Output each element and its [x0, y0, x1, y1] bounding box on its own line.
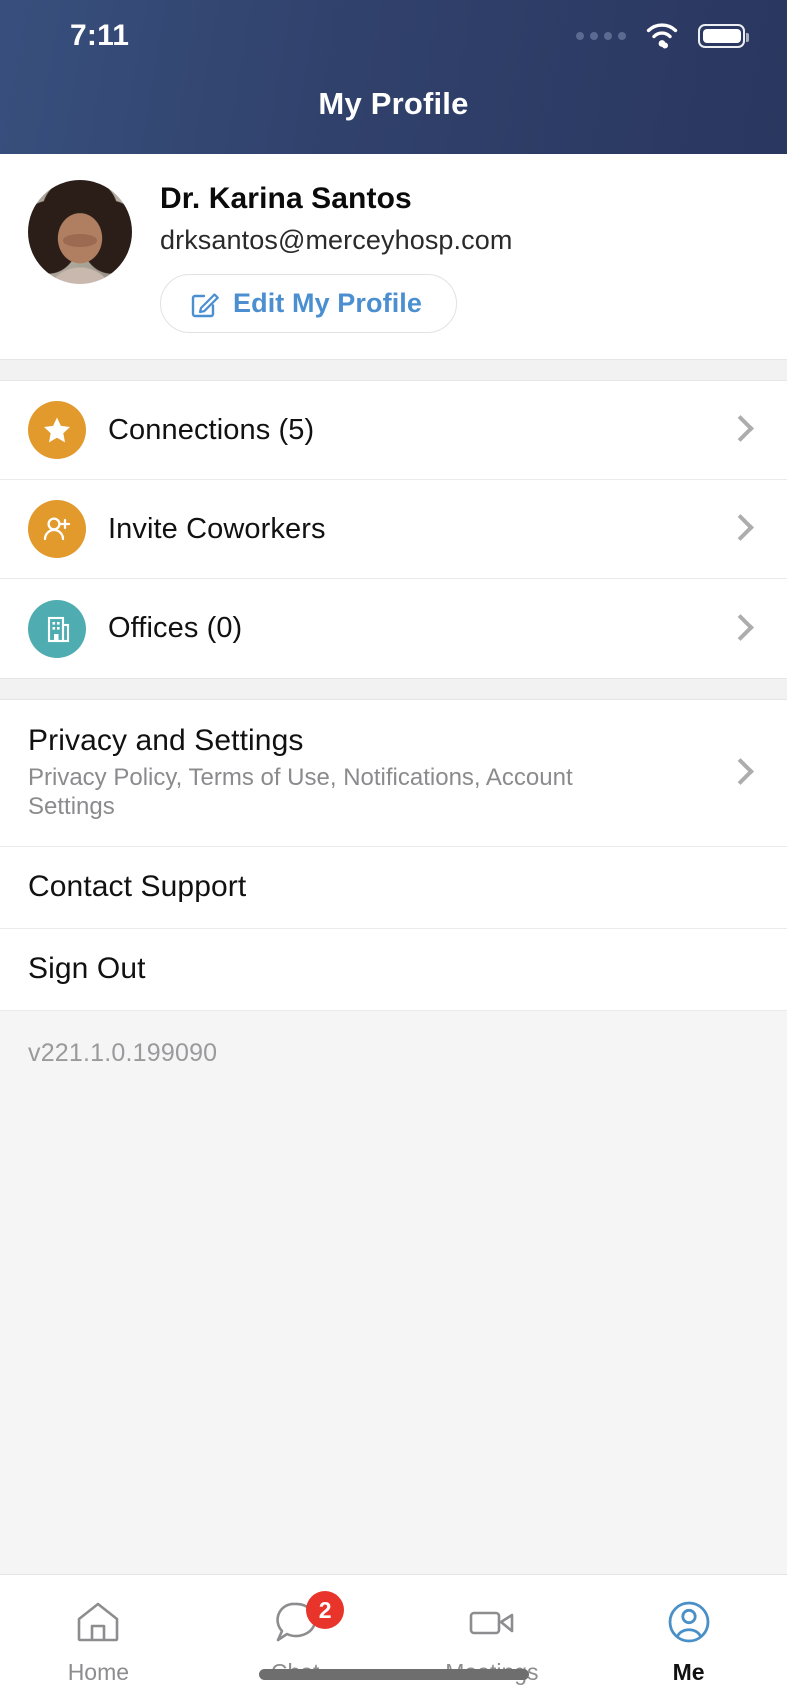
chat-bubble-icon: 2 — [270, 1595, 320, 1649]
menu-item-connections[interactable]: Connections (5) — [0, 381, 787, 480]
battery-icon — [698, 24, 745, 48]
profile-email: drksantos@merceyhosp.com — [160, 225, 512, 256]
video-camera-icon — [465, 1595, 519, 1649]
person-plus-icon — [28, 500, 86, 558]
tab-home[interactable]: Home — [0, 1575, 197, 1702]
page-title: My Profile — [0, 86, 787, 122]
profile-info: Dr. Karina Santos drksantos@merceyhosp.c… — [160, 180, 512, 333]
tab-meetings[interactable]: Meetings — [394, 1575, 591, 1702]
signal-dots-icon — [576, 32, 626, 40]
profile-card: Dr. Karina Santos drksantos@merceyhosp.c… — [0, 154, 787, 359]
status-bar: 7:11 — [0, 0, 787, 72]
settings-item-title: Privacy and Settings — [28, 724, 729, 758]
edit-my-profile-label: Edit My Profile — [233, 288, 422, 319]
settings-item-title: Contact Support — [28, 870, 749, 904]
wifi-icon — [644, 23, 680, 49]
user-avatar-photo — [28, 180, 132, 284]
settings-item-contact-support[interactable]: Contact Support — [0, 847, 787, 929]
settings-item-text: Contact Support — [28, 870, 749, 904]
chevron-right-icon — [729, 612, 749, 646]
app-header: 7:11 My Profile — [0, 0, 787, 154]
bottom-tab-bar: Home 2 Chat Meetings — [0, 1574, 787, 1702]
chevron-right-icon — [729, 512, 749, 546]
home-indicator-handle — [259, 1669, 529, 1680]
office-building-icon — [28, 600, 86, 658]
status-bar-clock: 7:11 — [70, 19, 129, 53]
tab-chat[interactable]: 2 Chat — [197, 1575, 394, 1702]
settings-item-title: Sign Out — [28, 952, 749, 986]
settings-item-privacy-and-settings[interactable]: Privacy and Settings Privacy Policy, Ter… — [0, 700, 787, 847]
star-icon — [28, 401, 86, 459]
chevron-right-icon — [729, 756, 749, 790]
chevron-right-icon — [729, 413, 749, 447]
app-screen: 7:11 My Profile Dr. Karina Santos drksan… — [0, 0, 787, 1702]
chat-unread-badge: 2 — [306, 1591, 344, 1629]
settings-list: Privacy and Settings Privacy Policy, Ter… — [0, 700, 787, 1011]
profile-name: Dr. Karina Santos — [160, 182, 512, 216]
edit-my-profile-button[interactable]: Edit My Profile — [160, 274, 457, 333]
section-divider-2 — [0, 678, 787, 700]
section-divider-1 — [0, 359, 787, 381]
app-version-label: v221.1.0.199090 — [0, 1011, 787, 1574]
menu-item-label: Offices (0) — [108, 612, 242, 645]
edit-pencil-square-icon — [189, 289, 219, 319]
tab-label: Me — [673, 1659, 705, 1686]
user-circle-icon — [664, 1595, 714, 1649]
tab-me[interactable]: Me — [590, 1575, 787, 1702]
menu-item-label: Connections (5) — [108, 414, 314, 447]
menu-list: Connections (5) Invite Coworkers — [0, 381, 787, 678]
tab-label: Home — [68, 1659, 129, 1686]
settings-item-text: Sign Out — [28, 952, 749, 986]
settings-item-text: Privacy and Settings Privacy Policy, Ter… — [28, 724, 729, 822]
menu-item-invite-coworkers[interactable]: Invite Coworkers — [0, 480, 787, 579]
menu-item-label: Invite Coworkers — [108, 513, 326, 546]
settings-item-subtitle: Privacy Policy, Terms of Use, Notificati… — [28, 764, 643, 822]
status-bar-indicators — [576, 23, 745, 49]
menu-item-offices[interactable]: Offices (0) — [0, 579, 787, 678]
settings-item-sign-out[interactable]: Sign Out — [0, 929, 787, 1011]
home-icon — [73, 1595, 123, 1649]
